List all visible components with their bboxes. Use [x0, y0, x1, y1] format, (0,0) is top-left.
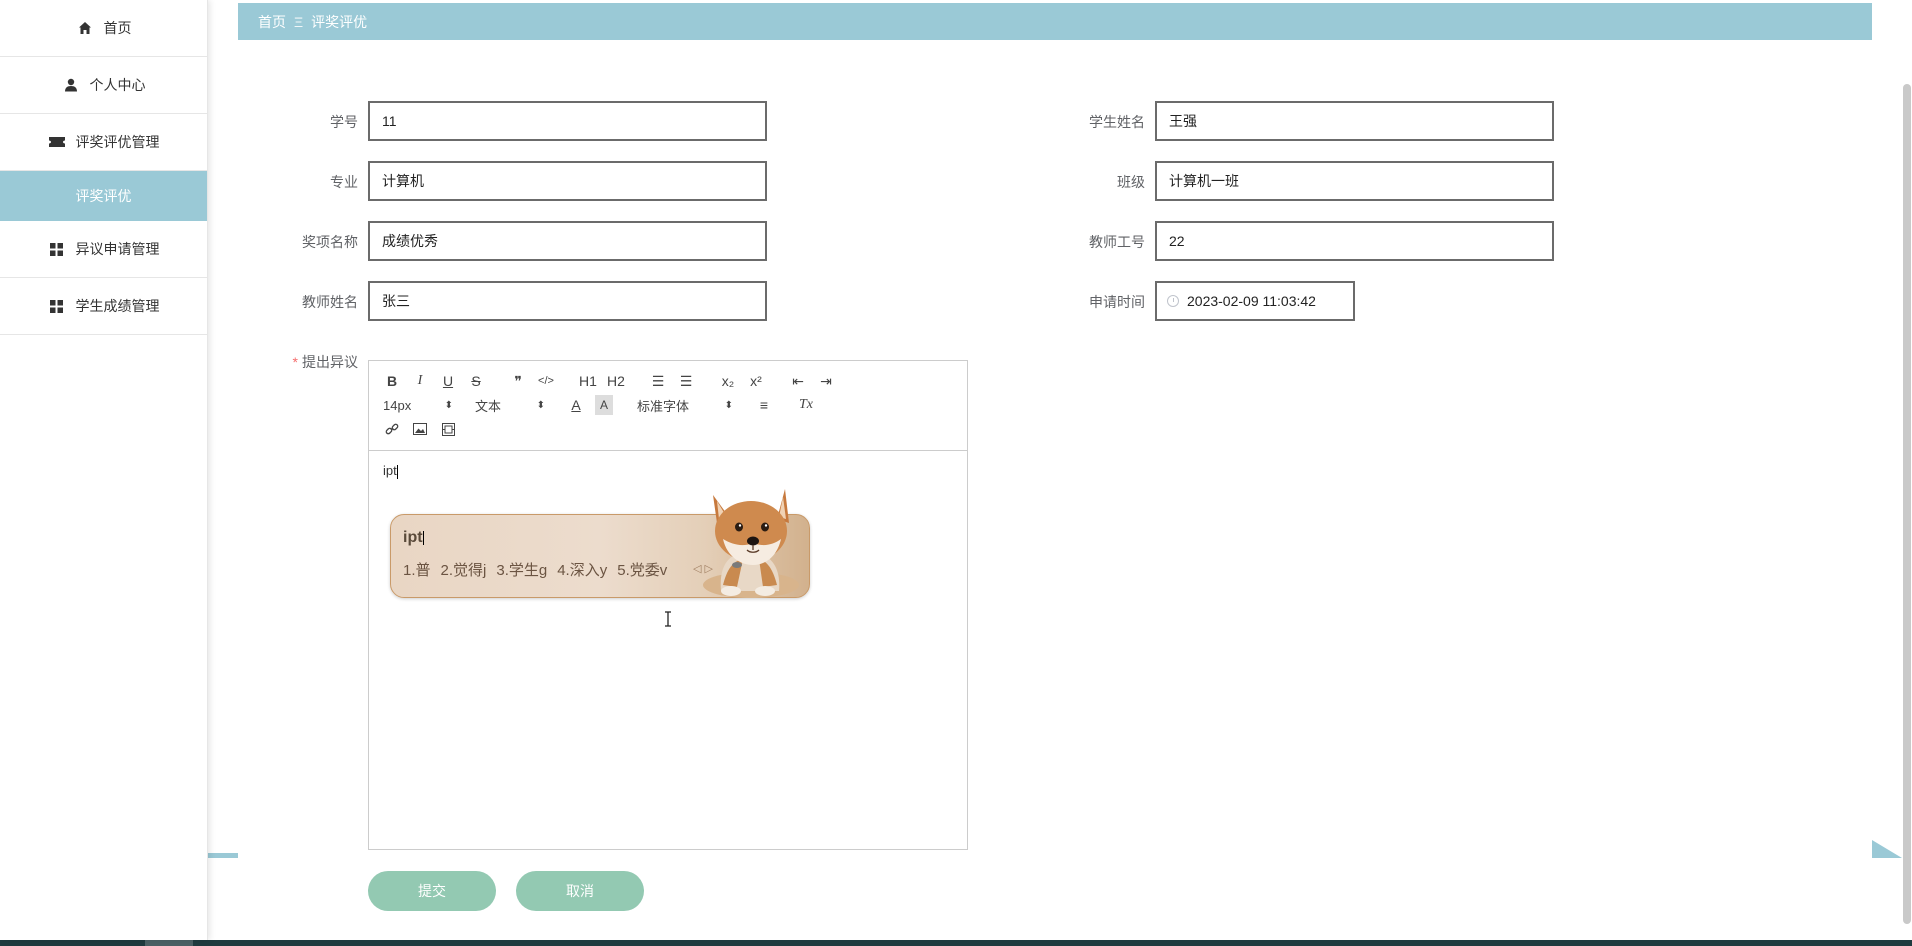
sidebar: 首页 个人中心 评奖评优管理 评奖评优 异议申请管理 学生成绩管理	[0, 0, 208, 940]
underline-button[interactable]: U	[439, 371, 457, 391]
breadcrumb-separator: Ξ	[294, 13, 304, 30]
strikethrough-button[interactable]: S	[467, 371, 485, 391]
clear-format-button[interactable]: Tx	[797, 395, 815, 415]
sidebar-item-label: 学生成绩管理	[75, 298, 160, 314]
sidebar-item-label: 首页	[103, 20, 132, 36]
image-icon[interactable]	[411, 419, 429, 439]
sidebar-item-objection-management[interactable]: 异议申请管理	[0, 221, 207, 278]
page-scrollbar[interactable]	[1903, 84, 1911, 924]
ime-composition-text: ipt	[403, 529, 423, 546]
award-name-field[interactable]: 成绩优秀	[368, 221, 767, 261]
clock-icon	[1167, 295, 1179, 307]
breadcrumb-current: 评奖评优	[311, 13, 368, 30]
sidebar-item-award-management[interactable]: 评奖评优管理	[0, 114, 207, 171]
award-name-label: 奖项名称	[302, 234, 358, 250]
code-block-button[interactable]: </>	[537, 371, 555, 391]
breadcrumb-home-link[interactable]: 首页	[258, 12, 286, 32]
teacher-name-field[interactable]: 张三	[368, 281, 767, 321]
ime-candidate[interactable]: 4.深入y	[557, 559, 607, 580]
text-caret	[396, 464, 398, 479]
background-color-button[interactable]: A	[595, 395, 613, 415]
sidebar-item-home[interactable]: 首页	[0, 0, 207, 57]
video-icon[interactable]	[439, 419, 457, 439]
sidebar-item-label: 个人中心	[89, 77, 146, 93]
ime-composition: ipt	[403, 529, 424, 547]
ime-candidate[interactable]: 2.觉得j	[441, 559, 487, 580]
italic-button[interactable]: I	[411, 371, 429, 391]
home-icon	[76, 19, 94, 37]
ordered-list-button[interactable]: ☰	[649, 371, 667, 391]
teacher-id-field[interactable]: 22	[1155, 221, 1554, 261]
sidebar-item-label: 评奖评优管理	[75, 134, 160, 150]
select-arrow-icon: ⬍	[444, 399, 453, 411]
editor-toolbar: B I U S ❞ </> H1 H2 ☰ ☰ x₂ x² ⇤ ⇥ 14px ⬍	[369, 361, 967, 451]
apply-time-picker[interactable]: 2023-02-09 11:03:42	[1155, 281, 1355, 321]
sidebar-item-label: 评奖评优	[75, 188, 132, 204]
grid-icon	[48, 297, 66, 315]
cancel-button[interactable]: 取消	[516, 871, 644, 911]
decoration-left	[208, 853, 238, 858]
teacher-name-label: 教师姓名	[302, 294, 358, 310]
sidebar-item-profile[interactable]: 个人中心	[0, 57, 207, 114]
ime-candidate-list: 1.普 2.觉得j 3.学生g 4.深入y 5.党委v	[403, 559, 677, 580]
breadcrumb: 首页 Ξ 评奖评优	[238, 3, 1872, 40]
heading2-button[interactable]: H2	[607, 371, 625, 391]
class-label: 班级	[1117, 174, 1145, 190]
heading1-button[interactable]: H1	[579, 371, 597, 391]
ime-candidate[interactable]: 1.普	[403, 559, 431, 580]
major-field[interactable]: 计算机	[368, 161, 767, 201]
outdent-button[interactable]: ⇤	[789, 371, 807, 391]
link-icon[interactable]	[383, 419, 401, 439]
apply-time-label: 申请时间	[1089, 294, 1145, 310]
blockquote-button[interactable]: ❞	[509, 371, 527, 391]
sidebar-item-score-management[interactable]: 学生成绩管理	[0, 278, 207, 335]
header-select-value: 文本	[475, 398, 502, 414]
superscript-button[interactable]: x²	[747, 371, 765, 391]
font-family-value: 标准字体	[637, 398, 690, 414]
taskbar-tab[interactable]	[145, 940, 193, 946]
bullet-list-button[interactable]: ☰	[677, 371, 695, 391]
teacher-id-label: 教师工号	[1089, 234, 1145, 250]
ime-caret	[422, 530, 424, 545]
apply-time-value: 2023-02-09 11:03:42	[1187, 293, 1316, 309]
header-select[interactable]: 文本 ⬍	[475, 396, 545, 415]
select-arrow-icon: ⬍	[724, 399, 733, 411]
required-mark: *	[292, 354, 298, 370]
font-size-select[interactable]: 14px ⬍	[383, 398, 453, 413]
ticket-icon	[48, 133, 66, 151]
bold-button[interactable]: B	[383, 371, 401, 391]
student-name-field[interactable]: 王强	[1155, 101, 1554, 141]
student-no-field[interactable]: 11	[368, 101, 767, 141]
editor-text: ipt	[383, 463, 397, 478]
objection-label: * 提出异议	[248, 352, 358, 372]
subscript-button[interactable]: x₂	[719, 371, 737, 391]
sidebar-item-award-evaluation[interactable]: 评奖评优	[0, 171, 207, 221]
sidebar-item-label: 异议申请管理	[75, 241, 160, 257]
rich-text-editor: B I U S ❞ </> H1 H2 ☰ ☰ x₂ x² ⇤ ⇥ 14px ⬍	[368, 360, 968, 850]
decoration-right	[1872, 840, 1902, 858]
taskbar-strip	[0, 940, 1912, 946]
font-size-value: 14px	[383, 397, 412, 413]
major-label: 专业	[330, 174, 358, 190]
grid-icon	[48, 240, 66, 258]
font-color-button[interactable]: A	[567, 395, 585, 415]
mouse-ibeam-cursor	[663, 611, 673, 632]
objection-label-text: 提出异议	[302, 354, 358, 370]
student-name-label: 学生姓名	[1089, 114, 1145, 130]
ime-candidate-popup: ipt 1.普 2.觉得j 3.学生g 4.深入y 5.党委v ◁ ▷	[390, 489, 810, 598]
select-arrow-icon: ⬍	[536, 399, 545, 411]
align-button[interactable]: ≡	[755, 395, 773, 415]
student-no-label: 学号	[330, 114, 358, 130]
ime-candidate[interactable]: 3.学生g	[496, 559, 547, 580]
editor-content[interactable]: ipt	[369, 451, 967, 491]
class-field[interactable]: 计算机一班	[1155, 161, 1554, 201]
indent-button[interactable]: ⇥	[817, 371, 835, 391]
submit-button[interactable]: 提交	[368, 871, 496, 911]
ime-candidate[interactable]: 5.党委v	[617, 559, 667, 580]
shiba-dog-illustration	[703, 489, 799, 598]
user-icon	[62, 76, 80, 94]
font-family-select[interactable]: 标准字体 ⬍	[637, 396, 733, 415]
